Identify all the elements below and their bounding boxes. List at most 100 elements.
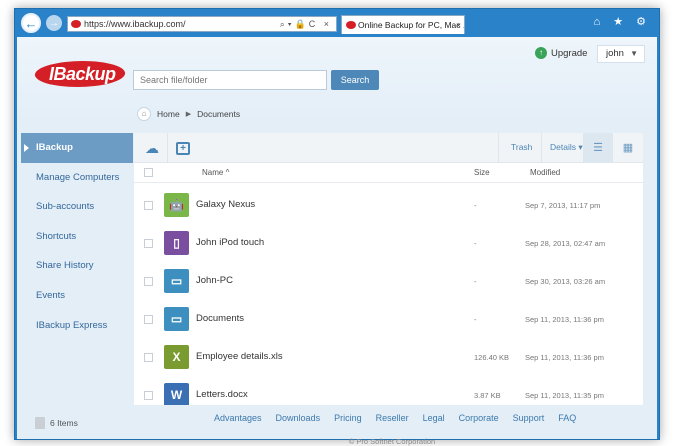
- brand-logo[interactable]: IBackup: [32, 57, 128, 91]
- folder-icon: ▭: [164, 269, 189, 293]
- file-modified: Sep 7, 2013, 11:17 pm: [525, 201, 601, 210]
- file-browser: ☁ + Trash Details ▾ ☰ ▦ Name ^ Size Modi…: [134, 133, 643, 405]
- file-name[interactable]: John iPod touch: [196, 237, 264, 248]
- sidebar-item-shortcuts[interactable]: Shortcuts: [21, 222, 133, 252]
- user-name: john: [606, 48, 624, 59]
- address-url: https://www.ibackup.com/: [84, 19, 186, 29]
- tab-close-icon[interactable]: ×: [456, 16, 461, 34]
- address-bar[interactable]: https://www.ibackup.com/ ⌕▾🔒C ×: [67, 16, 337, 32]
- file-name[interactable]: John-PC: [196, 275, 233, 286]
- row-checkbox[interactable]: [144, 239, 153, 248]
- toolbar-divider: [167, 133, 168, 163]
- footer-links: Advantages Downloads Pricing Reseller Le…: [214, 413, 576, 423]
- file-toolbar: ☁ + Trash Details ▾ ☰ ▦: [134, 133, 643, 163]
- toolbar-divider: [498, 133, 499, 163]
- file-size: -: [474, 315, 477, 324]
- select-all-checkbox[interactable]: [144, 168, 153, 177]
- sidebar-item-manage-computers[interactable]: Manage Computers: [21, 163, 133, 193]
- table-row[interactable]: 🤖 Galaxy Nexus - Sep 7, 2013, 11:17 pm: [134, 186, 643, 224]
- items-count-label: 6 Items: [50, 418, 78, 428]
- row-checkbox[interactable]: [144, 391, 153, 400]
- footer-link-corporate[interactable]: Corporate: [459, 413, 499, 423]
- new-folder-icon[interactable]: +: [176, 142, 190, 155]
- user-menu[interactable]: john ▼: [597, 45, 645, 63]
- footer-link-legal[interactable]: Legal: [423, 413, 445, 423]
- breadcrumb-home[interactable]: Home: [157, 109, 180, 119]
- address-tools[interactable]: ⌕▾🔒C ×: [280, 17, 332, 31]
- upgrade-link[interactable]: ↑ Upgrade: [535, 47, 587, 59]
- footer-link-support[interactable]: Support: [513, 413, 545, 423]
- table-row[interactable]: W Letters.docx 3.87 KB Sep 11, 2013, 11:…: [134, 376, 643, 405]
- row-checkbox[interactable]: [144, 201, 153, 210]
- sidebar: IBackup Manage Computers Sub-accounts Sh…: [21, 133, 133, 413]
- logo-text: IBackup: [49, 64, 116, 84]
- upgrade-arrow-icon: ↑: [535, 47, 547, 59]
- file-size: -: [474, 277, 477, 286]
- table-row[interactable]: ▭ Documents - Sep 11, 2013, 11:36 pm: [134, 300, 643, 338]
- folder-icon: ▭: [164, 307, 189, 331]
- file-size: 126.40 KB: [474, 353, 510, 362]
- file-size: -: [474, 201, 477, 210]
- sidebar-item-sub-accounts[interactable]: Sub-accounts: [21, 192, 133, 222]
- sidebar-item-ibackup[interactable]: IBackup: [21, 133, 133, 163]
- column-size[interactable]: Size: [474, 168, 490, 177]
- tab-title: Online Backup for PC, Mac ...: [358, 20, 465, 30]
- trash-link[interactable]: Trash: [511, 142, 532, 152]
- row-checkbox[interactable]: [144, 353, 153, 362]
- file-modified: Sep 30, 2013, 03:26 am: [525, 277, 606, 286]
- column-header: Name ^ Size Modified: [134, 163, 643, 183]
- breadcrumb-separator-icon: ▶: [185, 111, 192, 118]
- table-row[interactable]: ▯ John iPod touch - Sep 28, 2013, 02:47 …: [134, 224, 643, 262]
- browser-tab[interactable]: Online Backup for PC, Mac ... ×: [341, 15, 465, 34]
- browser-chrome: ← → https://www.ibackup.com/ ⌕▾🔒C × Onli…: [15, 9, 659, 37]
- file-modified: Sep 28, 2013, 02:47 am: [525, 239, 606, 248]
- footer-link-advantages[interactable]: Advantages: [214, 413, 262, 423]
- file-name[interactable]: Employee details.xls: [196, 351, 283, 362]
- browser-window: ← → https://www.ibackup.com/ ⌕▾🔒C × Onli…: [14, 8, 660, 446]
- upgrade-label: Upgrade: [551, 47, 588, 59]
- ipod-icon: ▯: [164, 231, 189, 255]
- back-button[interactable]: ←: [21, 13, 41, 33]
- footer-link-faq[interactable]: FAQ: [558, 413, 576, 423]
- details-dropdown[interactable]: Details ▾: [550, 142, 583, 153]
- toolbar-divider: [541, 133, 542, 163]
- row-checkbox[interactable]: [144, 277, 153, 286]
- page: IBackup Search ↑ Upgrade john ▼ ⌂ Home ▶…: [17, 37, 657, 446]
- browser-toolbar-icons[interactable]: ⌂ ★ ⚙: [594, 15, 651, 28]
- file-modified: Sep 11, 2013, 11:36 pm: [525, 315, 604, 324]
- list-view-icon[interactable]: ☰: [583, 133, 613, 163]
- file-name[interactable]: Documents: [196, 313, 244, 324]
- row-checkbox[interactable]: [144, 315, 153, 324]
- file-name[interactable]: Letters.docx: [196, 389, 248, 400]
- column-modified[interactable]: Modified: [530, 168, 560, 177]
- home-icon[interactable]: ⌂: [137, 107, 151, 121]
- footer-link-reseller[interactable]: Reseller: [376, 413, 409, 423]
- grid-view-icon[interactable]: ▦: [613, 133, 643, 163]
- items-count: 6 Items: [35, 417, 78, 429]
- column-name[interactable]: Name ^: [202, 168, 229, 177]
- table-row[interactable]: ▭ John-PC - Sep 30, 2013, 03:26 am: [134, 262, 643, 300]
- site-favicon-icon: [71, 20, 81, 28]
- table-row[interactable]: X Employee details.xls 126.40 KB Sep 11,…: [134, 338, 643, 376]
- footer-link-pricing[interactable]: Pricing: [334, 413, 362, 423]
- file-size: -: [474, 239, 477, 248]
- breadcrumb-current[interactable]: Documents: [197, 109, 240, 119]
- file-modified: Sep 11, 2013, 11:36 pm: [525, 353, 604, 362]
- search-button[interactable]: Search: [331, 70, 379, 90]
- footer-link-downloads[interactable]: Downloads: [276, 413, 321, 423]
- document-icon: [35, 417, 45, 429]
- android-icon: 🤖: [164, 193, 189, 217]
- file-size: 3.87 KB: [474, 391, 501, 400]
- search-input[interactable]: [133, 70, 327, 90]
- file-modified: Sep 11, 2013, 11:35 pm: [525, 391, 604, 400]
- forward-button[interactable]: →: [46, 15, 62, 31]
- file-name[interactable]: Galaxy Nexus: [196, 199, 255, 210]
- chevron-down-icon: ▼: [630, 49, 638, 58]
- cloud-upload-icon[interactable]: ☁: [142, 139, 162, 157]
- excel-icon: X: [164, 345, 189, 369]
- sidebar-item-share-history[interactable]: Share History: [21, 251, 133, 281]
- sidebar-item-events[interactable]: Events: [21, 281, 133, 311]
- page-header: IBackup Search ↑ Upgrade john ▼ ⌂ Home ▶…: [17, 37, 657, 125]
- breadcrumb: ⌂ Home ▶ Documents: [137, 107, 240, 121]
- sidebar-item-ibackup-express[interactable]: IBackup Express: [21, 311, 133, 341]
